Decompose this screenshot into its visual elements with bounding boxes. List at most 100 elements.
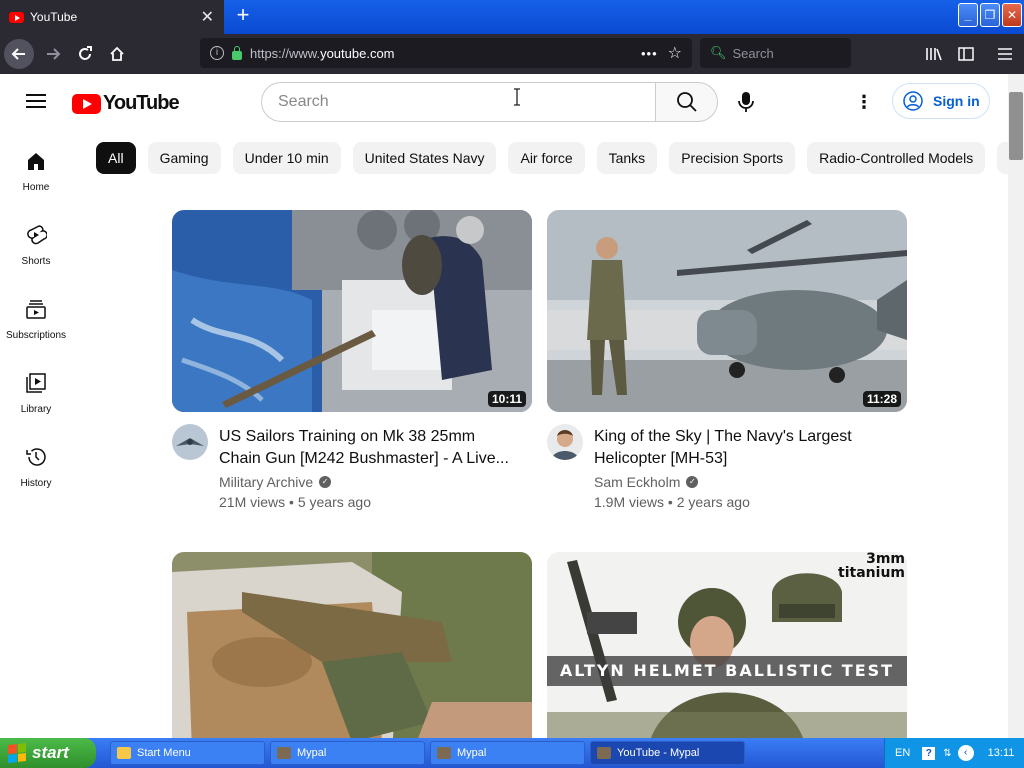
chip-gaming[interactable]: Gaming [147,142,221,174]
scrollbar-thumb[interactable] [1009,92,1023,160]
forward-button[interactable] [38,39,68,69]
youtube-header: YouTube Search ⋮ Sign in [0,74,1008,130]
taskbar-item-start-menu[interactable]: Start Menu [110,741,265,765]
lock-icon [232,45,242,60]
close-window-button[interactable]: ✕ [1002,3,1022,27]
sidebar-item-label: Shorts [21,256,51,267]
clock[interactable]: 13:11 [988,747,1015,759]
url-text[interactable]: https://www.youtube.com [250,46,641,61]
video-thumbnail[interactable] [172,552,532,738]
youtube-play-logo-icon [72,93,101,114]
video-card[interactable]: ALTYN HELMET BALLISTIC TEST 3mm titanium [547,552,907,738]
thumbnail-corner-line-2: titanium [838,565,905,581]
channel-name[interactable]: Military Archive ✓ [219,474,332,490]
windows-taskbar: start Start Menu Mypal Mypal YouTube - M… [0,738,1024,768]
chip-tanks[interactable]: Tanks [596,142,658,174]
chip-air-force[interactable]: Air force [508,142,585,174]
bookmark-star-icon[interactable]: ☆ [668,43,682,63]
sidebar-item-home[interactable]: Home [0,130,72,204]
search-input[interactable]: Search [261,82,656,122]
network-icon[interactable]: ⇅ [943,748,951,759]
browser-search-bar[interactable]: 🔍︎ Search [700,38,851,68]
video-thumbnail[interactable]: 11:28 [547,210,907,412]
chip-united-states-navy[interactable]: United States Navy [352,142,497,174]
menu-button[interactable] [993,42,1017,66]
sign-in-button[interactable]: Sign in [892,83,990,119]
youtube-wordmark: YouTube [103,92,180,114]
chip-radio-controlled-models[interactable]: Radio-Controlled Models [807,142,986,174]
video-thumbnail[interactable]: ALTYN HELMET BALLISTIC TEST 3mm titanium [547,552,907,738]
youtube-logo[interactable]: YouTube [72,92,180,115]
reload-button[interactable] [70,39,100,69]
reload-icon [79,46,92,60]
browser-tab-youtube[interactable]: YouTube ✕ [0,0,224,34]
page-actions-button[interactable]: ••• [641,46,658,61]
video-title[interactable]: King of the Sky | The Navy's Largest Hel… [594,426,894,470]
hamburger-menu-icon [998,48,1012,60]
minimize-button[interactable]: _ [958,3,978,27]
channel-name-text[interactable]: Military Archive [219,474,313,490]
verified-badge-icon: ✓ [319,476,332,488]
info-icon[interactable]: i [210,46,224,60]
restore-button[interactable]: ❐ [980,3,1000,27]
taskbar-item-label: Mypal [297,747,327,759]
channel-name[interactable]: Sam Eckholm ✓ [594,474,699,490]
channel-name-text[interactable]: Sam Eckholm [594,474,680,490]
back-button[interactable] [4,39,34,69]
search-button[interactable] [655,82,718,122]
sidebar-item-subscriptions[interactable]: Subscriptions [0,278,72,352]
voice-search-button[interactable] [728,84,764,120]
meta-separator: • [289,494,294,510]
sidebar-toggle-button[interactable] [954,42,978,66]
chip-under-10-min[interactable]: Under 10 min [232,142,341,174]
video-metadata: 1.9M views • 2 years ago [594,494,750,510]
chip-more[interactable]: M [997,142,1008,174]
browser-titlebar: YouTube ✕ + _ ❐ ✕ [0,0,1024,34]
sidebar-item-label: Library [20,404,52,415]
sidebar-item-history[interactable]: History [0,426,72,500]
taskbar-item-youtube-mypal[interactable]: YouTube - Mypal [590,741,745,765]
video-card[interactable] [172,552,532,738]
view-count: 1.9M views [594,494,665,510]
tray-expand-icon[interactable]: ‹ [957,745,974,761]
library-icon [26,373,46,393]
channel-avatar[interactable] [172,424,208,460]
guide-menu-icon[interactable] [26,94,46,108]
url-bar[interactable]: i https://www.youtube.com ••• ☆ [200,38,692,68]
filter-chips-bar: All Gaming Under 10 min United States Navy A… [96,142,1008,174]
thumbnail-corner-line-1: 3mm [866,552,905,567]
sidebar-icon [958,47,974,61]
start-label: start [32,743,69,762]
home-button[interactable] [102,39,132,69]
language-indicator[interactable]: EN [895,747,910,759]
sidebar-item-library[interactable]: Library [0,352,72,426]
taskbar-item-mypal[interactable]: Mypal [270,741,425,765]
video-metadata: 21M views • 5 years ago [219,494,371,510]
taskbar-item-mypal-2[interactable]: Mypal [430,741,585,765]
history-icon [26,448,46,466]
library-button[interactable] [922,42,946,66]
browser-navbar: i https://www.youtube.com ••• ☆ 🔍︎ Searc… [0,34,1024,74]
sidebar-item-label: History [20,478,52,489]
video-title[interactable]: US Sailors Training on Mk 38 25mm Chain … [219,426,519,470]
new-tab-button[interactable]: + [232,4,254,27]
tab-close-icon[interactable]: ✕ [201,7,214,27]
channel-avatar[interactable] [547,424,583,460]
settings-more-icon[interactable]: ⋮ [852,90,876,114]
chip-all[interactable]: All [96,142,136,174]
mypal-icon [597,747,611,759]
video-thumbnail[interactable]: 10:11 [172,210,532,412]
library-icon [926,48,942,61]
start-button[interactable]: start [0,738,96,768]
mypal-icon [437,747,451,759]
sidebar-item-shorts[interactable]: Shorts [0,204,72,278]
account-circle-icon [903,91,923,111]
windows-flag-icon [8,743,26,763]
shorts-icon [27,225,47,245]
help-icon[interactable]: ? [922,746,936,760]
page-scrollbar[interactable] [1008,74,1024,738]
upload-age: 5 years ago [297,494,371,510]
sidebar-item-label: Home [22,182,50,193]
chip-precision-sports[interactable]: Precision Sports [669,142,796,174]
sign-in-label: Sign in [933,93,980,109]
